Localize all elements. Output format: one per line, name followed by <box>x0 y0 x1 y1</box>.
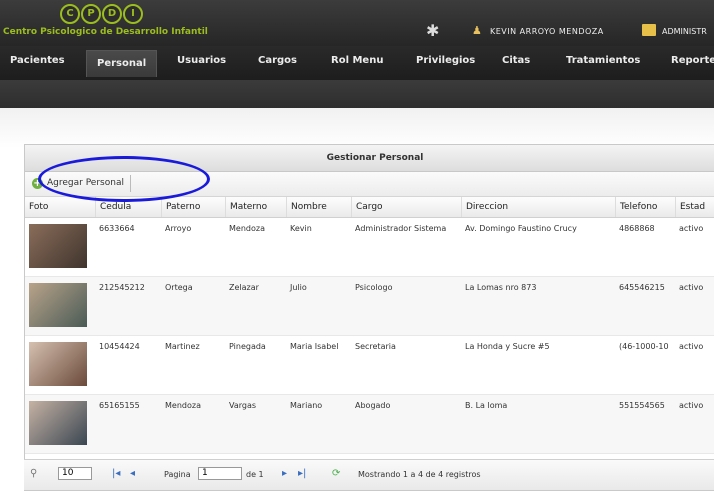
prev-page-icon[interactable]: ◂ <box>130 467 135 480</box>
cell-telefono: 4868868 <box>619 224 655 233</box>
staff-photo <box>29 283 87 327</box>
menu-personal[interactable]: Personal <box>86 50 158 77</box>
cell-paterno: Ortega <box>165 283 193 292</box>
cell-cargo: Administrador Sistema <box>355 224 447 233</box>
records-info: Mostrando 1 a 4 de 4 registros <box>358 470 481 479</box>
highlight-ellipse <box>38 156 210 202</box>
admin-link[interactable]: ADMINISTR <box>662 27 707 36</box>
menu-cargos[interactable]: Cargos <box>258 55 297 66</box>
column-cargo[interactable]: Cargo <box>351 197 461 217</box>
table-row[interactable]: 212545212 Ortega Zelazar Julio Psicologo… <box>25 277 714 336</box>
cell-nombre: Maria Isabel <box>290 342 339 351</box>
cell-cedula: 6633664 <box>99 224 135 233</box>
menu-rol-menu[interactable]: Rol Menu <box>331 55 383 66</box>
cell-estado: activo <box>679 224 704 233</box>
next-page-icon[interactable]: ▸ <box>282 467 287 480</box>
logo-letter: I <box>123 4 143 24</box>
staff-photo <box>29 401 87 445</box>
cell-paterno: Mendoza <box>165 401 201 410</box>
cell-telefono: 645546215 <box>619 283 665 292</box>
logo-letter: C <box>60 4 80 24</box>
top-header: C P D I Centro Psicologico de Desarrollo… <box>0 0 714 46</box>
search-icon[interactable]: ⚲ <box>30 467 37 480</box>
cell-direccion: La Honda y Sucre #5 <box>465 342 550 351</box>
settings-icon[interactable]: ✱ <box>426 22 444 40</box>
cell-nombre: Mariano <box>290 401 323 410</box>
user-name[interactable]: KEVIN ARROYO MENDOZA <box>490 27 604 36</box>
column-direccion[interactable]: Direccion <box>461 197 615 217</box>
cell-direccion: Av. Domingo Faustino Crucy <box>465 224 577 233</box>
cell-materno: Pinegada <box>229 342 266 351</box>
menu-usuarios[interactable]: Usuarios <box>177 55 226 66</box>
logo: C P D I <box>60 4 143 24</box>
page-input[interactable]: 1 <box>198 467 242 480</box>
refresh-icon[interactable]: ⟳ <box>332 467 340 480</box>
cell-direccion: B. La loma <box>465 401 508 410</box>
cell-estado: activo <box>679 283 704 292</box>
cell-cedula: 212545212 <box>99 283 145 292</box>
cell-telefono: (46-1000-10 <box>619 342 669 351</box>
brand-name: Centro Psicologico de Desarrollo Infanti… <box>3 27 208 37</box>
logo-letter: P <box>81 4 101 24</box>
page-size-select[interactable]: 10 <box>58 467 92 480</box>
folder-icon <box>642 24 656 36</box>
cell-paterno: Arroyo <box>165 224 192 233</box>
cell-nombre: Kevin <box>290 224 312 233</box>
column-estado[interactable]: Estad <box>675 197 714 217</box>
cell-nombre: Julio <box>290 283 307 292</box>
cell-materno: Vargas <box>229 401 257 410</box>
main-menu: Pacientes Personal Usuarios Cargos Rol M… <box>0 46 714 80</box>
cell-cargo: Abogado <box>355 401 391 410</box>
first-page-icon[interactable]: |◂ <box>112 467 120 480</box>
staff-photo <box>29 342 87 386</box>
page-total: de 1 <box>246 470 264 479</box>
menu-privilegios[interactable]: Privilegios <box>416 55 475 66</box>
column-nombre[interactable]: Nombre <box>286 197 351 217</box>
cell-cargo: Psicologo <box>355 283 393 292</box>
last-page-icon[interactable]: ▸| <box>298 467 306 480</box>
menu-pacientes[interactable]: Pacientes <box>10 55 65 66</box>
table-row[interactable]: 6633664 Arroyo Mendoza Kevin Administrad… <box>25 218 714 277</box>
cell-materno: Zelazar <box>229 283 259 292</box>
page-label: Pagina <box>164 470 191 479</box>
staff-photo <box>29 224 87 268</box>
cell-cargo: Secretaria <box>355 342 396 351</box>
menu-tratamientos[interactable]: Tratamientos <box>566 55 640 66</box>
menu-reporte[interactable]: Reporte <box>671 55 714 66</box>
logo-letter: D <box>102 4 122 24</box>
column-telefono[interactable]: Telefono <box>615 197 675 217</box>
menu-citas[interactable]: Citas <box>502 55 530 66</box>
cell-estado: activo <box>679 401 704 410</box>
pagination-bar: ⚲ 10 |◂ ◂ Pagina 1 de 1 ▸ ▸| ⟳ Mostrando… <box>24 459 714 490</box>
cell-telefono: 551554565 <box>619 401 665 410</box>
column-paterno[interactable]: Paterno <box>161 197 225 217</box>
table-row[interactable]: 10454424 Martinez Pinegada Maria Isabel … <box>25 336 714 395</box>
table-row[interactable]: 65165155 Mendoza Vargas Mariano Abogado … <box>25 395 714 454</box>
column-materno[interactable]: Materno <box>225 197 286 217</box>
sub-menu-bar <box>0 80 714 108</box>
user-icon: ♟ <box>472 24 482 37</box>
cell-materno: Mendoza <box>229 224 265 233</box>
column-foto[interactable]: Foto <box>25 197 95 217</box>
cell-direccion: La Lomas nro 873 <box>465 283 537 292</box>
cell-cedula: 10454424 <box>99 342 140 351</box>
cell-paterno: Martinez <box>165 342 200 351</box>
cell-cedula: 65165155 <box>99 401 140 410</box>
cell-estado: activo <box>679 342 704 351</box>
